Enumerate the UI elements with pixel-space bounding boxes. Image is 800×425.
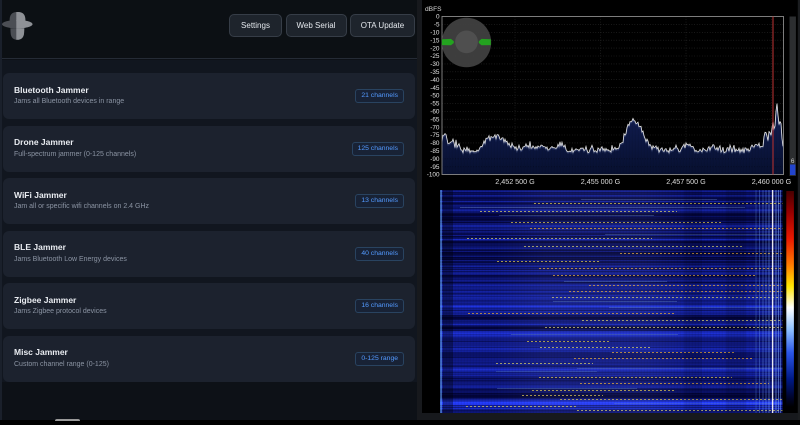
svg-text:2,455 000 G: 2,455 000 G <box>581 177 621 186</box>
svg-text:dBFS: dBFS <box>425 6 442 13</box>
svg-text:2,457 500 G: 2,457 500 G <box>666 177 706 186</box>
svg-text:2,460 000 G: 2,460 000 G <box>752 177 792 186</box>
svg-text:0: 0 <box>436 14 440 21</box>
svg-text:-25: -25 <box>430 53 440 60</box>
svg-text:-95: -95 <box>430 164 440 171</box>
svg-text:-65: -65 <box>430 116 440 123</box>
svg-text:6: 6 <box>791 158 795 165</box>
svg-text:-5: -5 <box>434 22 440 29</box>
svg-text:-35: -35 <box>430 69 440 76</box>
svg-text:-45: -45 <box>430 85 440 92</box>
svg-text:-40: -40 <box>430 77 440 84</box>
svg-text:-55: -55 <box>430 101 440 108</box>
svg-text:-30: -30 <box>430 61 440 68</box>
svg-text:-75: -75 <box>430 132 440 139</box>
svg-text:-15: -15 <box>430 37 440 44</box>
svg-text:-50: -50 <box>430 93 440 100</box>
svg-text:2,452 500 G: 2,452 500 G <box>495 177 535 186</box>
svg-text:-90: -90 <box>430 156 440 163</box>
svg-text:-80: -80 <box>430 140 440 147</box>
svg-text:-70: -70 <box>430 124 440 131</box>
svg-text:-20: -20 <box>430 45 440 52</box>
svg-text:-60: -60 <box>430 109 440 116</box>
svg-text:-100: -100 <box>427 172 440 179</box>
svg-text:-85: -85 <box>430 148 440 155</box>
svg-text:-10: -10 <box>430 30 440 37</box>
